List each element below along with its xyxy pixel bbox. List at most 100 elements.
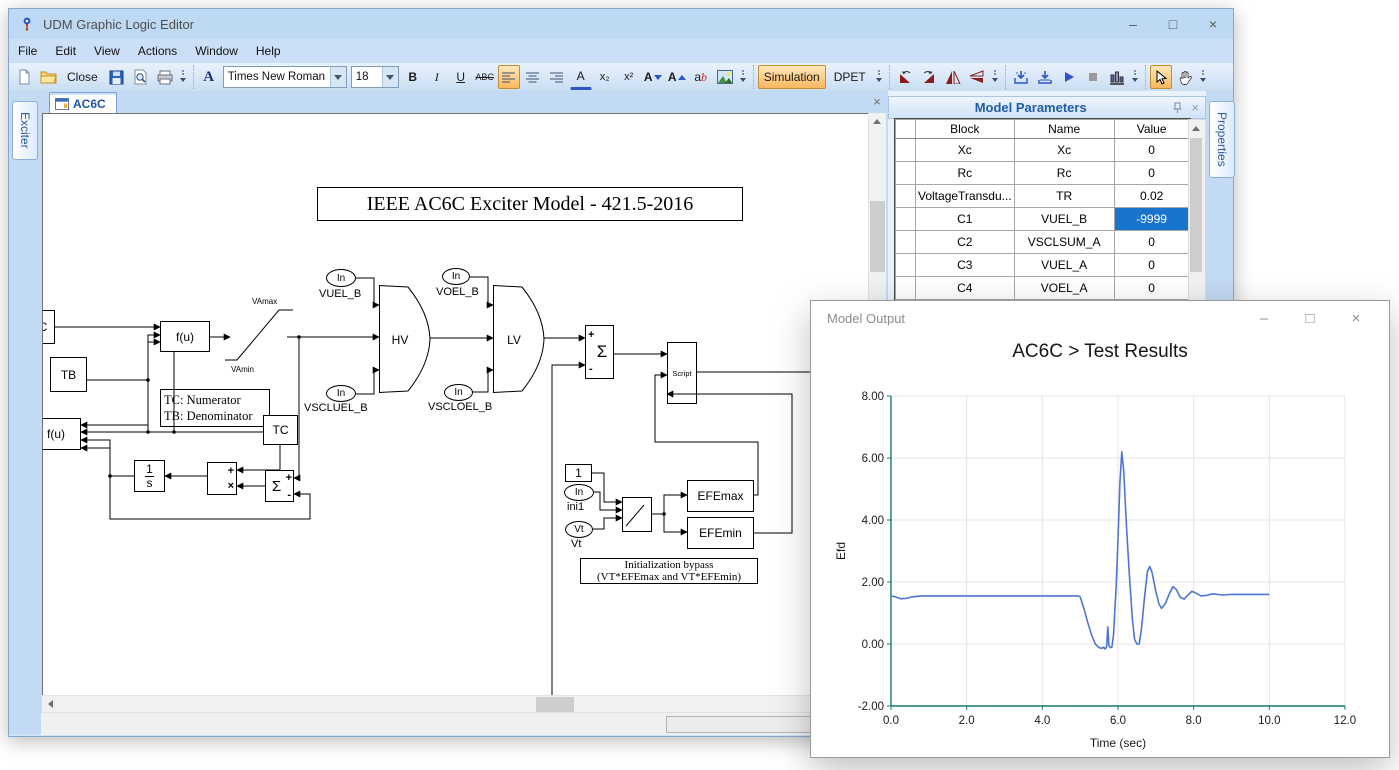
save-button[interactable] (106, 65, 128, 89)
font-name-dropdown-icon[interactable] (330, 67, 346, 87)
new-document-button[interactable] (13, 65, 35, 89)
canvas-horizontal-scrollbar[interactable] (42, 695, 885, 713)
name-cell[interactable]: VSCLSUM_A (1014, 231, 1114, 254)
block-cell[interactable]: C3 (916, 254, 1015, 277)
simulation-toggle-button[interactable]: Simulation (758, 65, 826, 89)
bold-button[interactable]: B (402, 65, 424, 89)
block-cell[interactable]: VoltageTransdu... (916, 185, 1015, 208)
strikethrough-button[interactable]: ABC (474, 65, 496, 89)
subscript-button[interactable]: x₂ (594, 65, 616, 89)
toolbar-overflow-icon[interactable] (178, 66, 189, 88)
block-fu-left[interactable]: f(u) (42, 418, 81, 450)
block-integrator[interactable]: 1 s (134, 460, 165, 492)
align-right-button[interactable] (546, 65, 568, 89)
open-button[interactable] (37, 65, 59, 89)
port-vt[interactable]: Vt (565, 521, 593, 538)
run-button[interactable] (1058, 65, 1080, 89)
in-port-vscloel-b[interactable]: In (444, 384, 473, 401)
scroll-left-icon[interactable] (48, 700, 53, 708)
insert-image-button[interactable] (714, 65, 736, 89)
block-switch[interactable] (622, 497, 652, 532)
table-scroll-up-icon[interactable] (1192, 126, 1200, 131)
plot-results-button[interactable] (1106, 65, 1128, 89)
align-left-button[interactable] (498, 65, 520, 89)
dpet-button[interactable]: DPET (828, 65, 872, 89)
italic-button[interactable]: I (426, 65, 448, 89)
menu-item-actions[interactable]: Actions (129, 41, 186, 61)
close-document-button[interactable]: Close (61, 65, 104, 89)
column-header-value[interactable]: Value (1114, 120, 1189, 139)
rotate-left-button[interactable] (894, 65, 916, 89)
value-cell[interactable]: 0 (1114, 254, 1189, 277)
document-close-icon[interactable]: × (869, 93, 885, 109)
grow-font-button[interactable]: A (666, 65, 688, 89)
pointer-group-overflow-icon[interactable] (1198, 66, 1209, 88)
font-name-select[interactable]: Times New Roman (223, 66, 347, 88)
font-size-select[interactable]: 18 (351, 66, 399, 88)
name-cell[interactable]: TR (1014, 185, 1114, 208)
export-button[interactable] (1034, 65, 1056, 89)
shrink-font-button[interactable]: A (642, 65, 664, 89)
sidebar-tab-properties[interactable]: Properties (1209, 101, 1235, 178)
print-preview-button[interactable] (130, 65, 152, 89)
table-row[interactable]: C3VUEL_A0 (896, 254, 1190, 277)
column-header-block[interactable]: Block (916, 120, 1015, 139)
font-group-overflow-icon[interactable] (738, 66, 749, 88)
select-tool-button[interactable] (1150, 65, 1172, 89)
table-row[interactable]: XcXc0 (896, 139, 1190, 162)
block-cut[interactable]: C (42, 310, 55, 344)
block-efemax[interactable]: EFEmax (687, 480, 754, 512)
font-size-dropdown-icon[interactable] (382, 67, 398, 87)
parameters-panel-close-icon[interactable]: × (1191, 100, 1199, 115)
rename-label-button[interactable]: ab (690, 65, 712, 89)
pan-tool-button[interactable] (1174, 65, 1196, 89)
superscript-button[interactable]: x² (618, 65, 640, 89)
close-button[interactable]: × (1193, 10, 1233, 39)
insert-text-button[interactable]: A (198, 65, 220, 89)
block-cell[interactable]: C1 (916, 208, 1015, 231)
value-cell[interactable]: 0 (1114, 162, 1189, 185)
table-vertical-scrollbar[interactable] (1188, 119, 1206, 325)
flip-vertical-button[interactable] (966, 65, 988, 89)
align-center-button[interactable] (522, 65, 544, 89)
import-button[interactable] (1010, 65, 1032, 89)
value-cell[interactable]: -9999 (1114, 208, 1189, 231)
sidebar-tab-exciter[interactable]: Exciter (12, 101, 38, 160)
in-port-voel-b[interactable]: In (442, 268, 470, 285)
table-row[interactable]: RcRc0 (896, 162, 1190, 185)
in-port-ini1[interactable]: In (564, 484, 594, 501)
table-row[interactable]: C1VUEL_B-9999 (896, 208, 1190, 231)
table-row[interactable]: VoltageTransdu...TR0.02 (896, 185, 1190, 208)
document-tab-ac6c[interactable]: AC6C (49, 92, 117, 114)
block-sigma-feedback[interactable]: Σ + - (265, 470, 294, 502)
block-tb[interactable]: TB (50, 357, 87, 392)
block-tc[interactable]: TC (263, 415, 298, 445)
name-cell[interactable]: Xc (1014, 139, 1114, 162)
menu-item-window[interactable]: Window (186, 41, 247, 61)
in-port-vuel-b[interactable]: In (326, 269, 356, 287)
print-button[interactable] (154, 65, 176, 89)
block-sigma-main[interactable]: Σ + - (585, 325, 614, 379)
value-cell[interactable]: 0 (1114, 277, 1189, 300)
table-row[interactable]: C2VSCLSUM_A0 (896, 231, 1190, 254)
horizontal-scroll-thumb[interactable] (536, 697, 574, 712)
note-box[interactable]: TC: Numerator TB: Denominator (160, 389, 270, 427)
vertical-scroll-thumb[interactable] (870, 201, 885, 272)
block-fu-top[interactable]: f(u) (160, 321, 210, 352)
pin-icon[interactable] (1172, 102, 1183, 114)
block-cell[interactable]: C2 (916, 231, 1015, 254)
flip-horizontal-button[interactable] (942, 65, 964, 89)
minimize-button[interactable]: – (1113, 10, 1153, 39)
value-cell[interactable]: 0 (1114, 139, 1189, 162)
menu-item-file[interactable]: File (9, 41, 46, 61)
menu-item-help[interactable]: Help (247, 41, 290, 61)
menu-item-view[interactable]: View (85, 41, 129, 61)
rotate-right-button[interactable] (918, 65, 940, 89)
diagram-title-box[interactable]: IEEE AC6C Exciter Model - 421.5-2016 (317, 187, 743, 221)
block-lv-gate[interactable]: LV (493, 285, 545, 393)
table-scroll-thumb[interactable] (1190, 138, 1202, 272)
block-script[interactable]: Script (667, 342, 697, 404)
scroll-up-icon[interactable] (873, 119, 881, 124)
name-cell[interactable]: VUEL_A (1014, 254, 1114, 277)
block-cell[interactable]: Rc (916, 162, 1015, 185)
